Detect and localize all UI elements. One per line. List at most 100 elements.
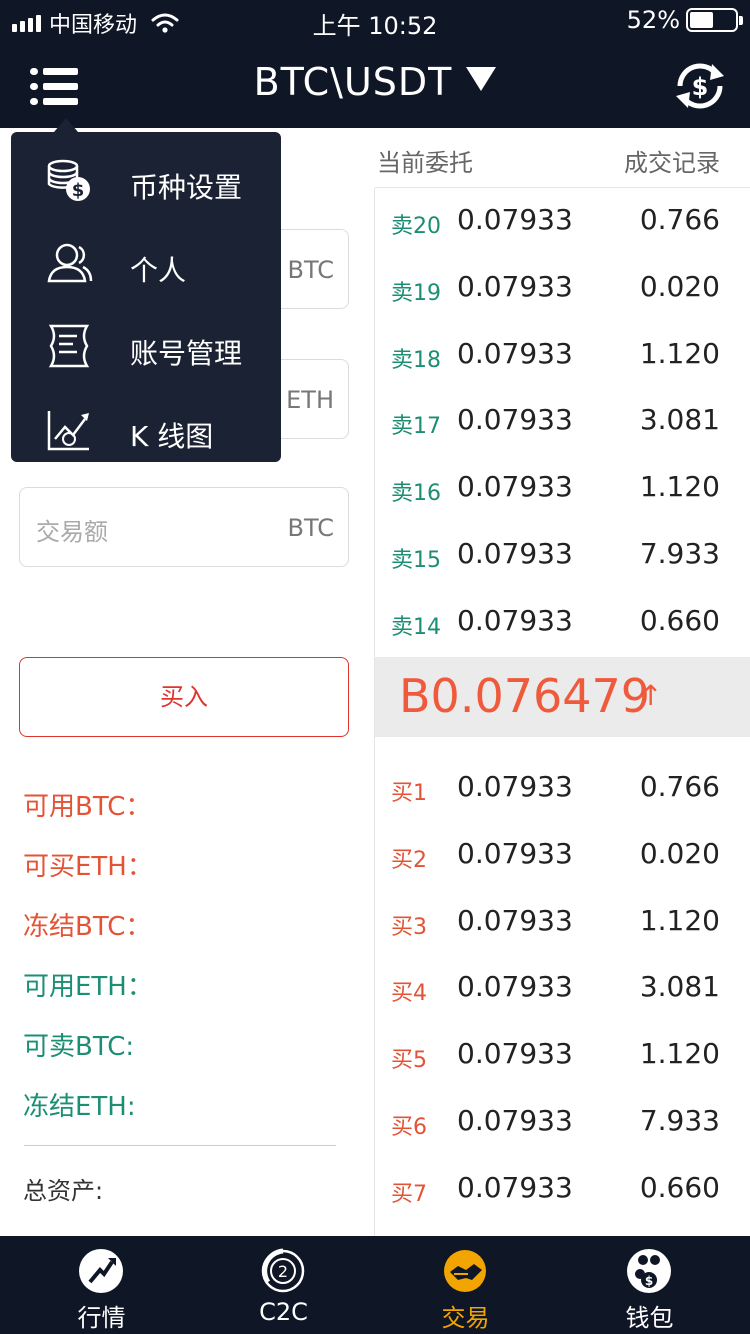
nav-trade[interactable]: 交易 [372, 1236, 559, 1334]
order-amount: 0.660 [639, 603, 720, 637]
pair-selector[interactable]: BTC\USDT [0, 60, 750, 104]
order-amount: 3.081 [639, 403, 720, 437]
tab-trade-history[interactable]: 成交记录 [624, 143, 720, 178]
price-unit: BTC [287, 256, 334, 284]
order-price: 0.07933 [457, 1170, 573, 1204]
menu-item-label: 账号管理 [130, 337, 243, 370]
sell-order-row[interactable]: 卖17 0.07933 3.081 [375, 388, 750, 454]
buy-level-label: 买2 [391, 847, 427, 873]
sell-order-row[interactable]: 卖15 0.07933 7.933 [375, 522, 750, 588]
order-amount: 0.020 [639, 836, 720, 870]
menu-item-coin-settings[interactable]: $ 币种设置 [11, 138, 281, 220]
nav-market[interactable]: 行情 [8, 1236, 195, 1334]
order-price: 0.07933 [457, 336, 573, 370]
nav-c2c[interactable]: 2 C2C [190, 1236, 377, 1334]
order-price: 0.07933 [457, 836, 573, 870]
nav-wallet[interactable]: $ 钱包 [556, 1236, 743, 1334]
buy-level-label: 买4 [391, 981, 427, 1007]
menu-item-label: K 线图 [130, 420, 214, 453]
sell-level-label: 卖18 [391, 347, 441, 373]
sell-order-row[interactable]: 卖16 0.07933 1.120 [375, 455, 750, 521]
buy-button[interactable]: 买入 [19, 657, 349, 737]
currency-exchange-icon[interactable]: $ [670, 56, 730, 116]
sell-level-label: 卖16 [391, 481, 441, 507]
buyable-eth-label: 可买ETH： [23, 852, 153, 882]
order-amount: 1.120 [639, 336, 720, 370]
tab-current-orders[interactable]: 当前委托 [375, 143, 475, 178]
order-amount: 7.933 [639, 1104, 720, 1137]
status-bar: 中国移动 上午 10:52 52% [0, 0, 750, 40]
sell-order-row[interactable]: 卖14 0.07933 0.660 [375, 589, 750, 655]
order-price: 0.07933 [457, 603, 573, 637]
kline-chart-icon [47, 411, 89, 451]
trade-handshake-icon [444, 1250, 486, 1292]
arrow-up-icon: ↑ [639, 679, 663, 712]
pair-label: BTC\USDT [253, 60, 453, 104]
buy-order-row[interactable]: 买4 0.07933 3.081 [375, 955, 750, 1021]
triangle-down-icon [466, 67, 497, 91]
buy-level-label: 买3 [391, 914, 427, 940]
wallet-icon: $ [627, 1249, 671, 1293]
last-price: B0.076479 [399, 669, 651, 723]
sellable-btc-label: 可卖BTC: [23, 1032, 135, 1062]
sell-level-label: 卖17 [391, 414, 441, 440]
order-price: 0.07933 [457, 203, 573, 236]
order-amount: 0.660 [639, 1170, 720, 1204]
order-amount: 0.766 [639, 770, 720, 803]
order-price: 0.07933 [457, 970, 573, 1004]
buy-level-label: 买6 [391, 1115, 427, 1140]
order-price: 0.07933 [457, 903, 573, 937]
order-price: 0.07933 [457, 770, 573, 803]
nav-label: 钱包 [625, 1304, 674, 1332]
order-amount: 7.933 [639, 537, 720, 570]
menu-item-personal[interactable]: 个人 [11, 221, 281, 303]
buy-order-row[interactable]: 买5 0.07933 1.120 [375, 1022, 750, 1088]
last-price-bar: B0.076479 ↑ [375, 657, 750, 737]
buy-order-row[interactable]: 买2 0.07933 0.020 [375, 822, 750, 888]
menu-item-label: 币种设置 [130, 171, 243, 204]
users-icon [47, 243, 93, 283]
coins-icon: $ [47, 159, 90, 201]
sell-order-row[interactable]: 卖18 0.07933 1.120 [375, 322, 750, 388]
order-price: 0.07933 [457, 1037, 573, 1071]
order-price: 0.07933 [457, 537, 573, 570]
buy-order-row[interactable]: 买6 0.07933 7.933 [375, 1089, 750, 1155]
buy-order-row[interactable]: 买1 0.07933 0.766 [375, 755, 750, 821]
sell-level-label: 卖14 [391, 614, 441, 640]
quantity-unit: ETH [286, 386, 334, 414]
status-right: 52% [627, 6, 743, 34]
buy-order-row[interactable]: 买7 0.07933 0.660 [375, 1156, 750, 1222]
order-amount: 3.081 [639, 970, 720, 1004]
available-eth-label: 可用ETH： [23, 972, 153, 1002]
battery-icon [686, 8, 743, 32]
sell-level-label: 卖19 [391, 280, 441, 306]
order-amount: 1.120 [639, 1037, 720, 1071]
menu-item-kline-chart[interactable]: K 线图 [11, 387, 281, 469]
order-price: 0.07933 [457, 403, 573, 437]
sell-level-label: 卖15 [391, 548, 441, 573]
sell-order-row[interactable]: 卖20 0.07933 0.766 [375, 188, 750, 254]
order-amount: 0.020 [639, 269, 720, 303]
bottom-nav: 行情 2 C2C 交易 $ 钱包 [0, 1236, 750, 1334]
order-price: 0.07933 [457, 470, 573, 504]
order-tabs: 当前委托 成交记录 [375, 128, 750, 188]
amount-field[interactable]: 交易额 BTC [19, 487, 349, 567]
order-amount: 0.766 [639, 203, 720, 236]
menu-item-label: 个人 [130, 254, 187, 287]
menu-item-account-management[interactable]: 账号管理 [11, 304, 281, 386]
frozen-btc-label: 冻结BTC： [23, 912, 152, 942]
total-assets-label: 总资产: [23, 1177, 104, 1205]
svg-text:$: $ [692, 73, 709, 101]
nav-label: 行情 [77, 1304, 126, 1332]
market-trend-icon [79, 1249, 123, 1293]
sell-order-row[interactable]: 卖19 0.07933 0.020 [375, 255, 750, 321]
buy-order-row[interactable]: 买3 0.07933 1.120 [375, 889, 750, 955]
account-scroll-icon [48, 324, 90, 368]
buy-level-label: 买1 [391, 781, 427, 806]
svg-text:2: 2 [278, 1262, 288, 1281]
nav-label: C2C [259, 1298, 308, 1326]
frozen-eth-label: 冻结ETH: [23, 1092, 136, 1122]
top-bar: 中国移动 上午 10:52 52% BTC\USDT $ [0, 0, 750, 128]
amount-placeholder: 交易额 [36, 518, 108, 546]
nav-label: 交易 [441, 1304, 490, 1332]
